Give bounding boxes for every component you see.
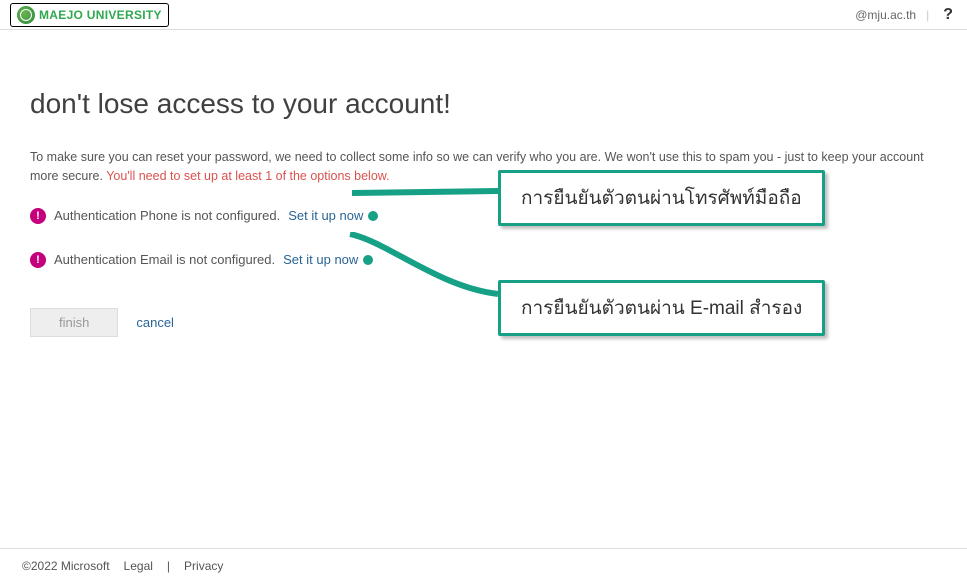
callout-phone: การยืนยันตัวตนผ่านโทรศัพท์มือถือ <box>498 170 825 226</box>
finish-button[interactable]: finish <box>30 308 118 337</box>
option-email: ! Authentication Email is not configured… <box>30 252 937 268</box>
setup-phone-link[interactable]: Set it up now <box>288 208 363 223</box>
footer-legal-link[interactable]: Legal <box>124 559 153 573</box>
footer: ©2022 Microsoft Legal | Privacy <box>0 548 967 581</box>
alert-icon: ! <box>30 208 46 224</box>
alert-icon: ! <box>30 252 46 268</box>
footer-divider: | <box>167 559 170 573</box>
annotation-dot <box>368 211 378 221</box>
header-divider: | <box>926 8 929 22</box>
phone-option-text: Authentication Phone is not configured. <box>54 208 280 223</box>
header-bar: MAEJO UNIVERSITY @mju.ac.th | ? <box>0 0 967 30</box>
footer-copyright: ©2022 Microsoft <box>22 559 110 573</box>
user-email: @mju.ac.th <box>855 8 916 22</box>
intro-warning: You'll need to set up at least 1 of the … <box>106 169 389 183</box>
setup-email-link[interactable]: Set it up now <box>283 252 358 267</box>
page-title: don't lose access to your account! <box>30 88 937 120</box>
brand-box: MAEJO UNIVERSITY <box>10 3 169 27</box>
brand-text: MAEJO UNIVERSITY <box>39 8 162 22</box>
annotation-dot <box>363 255 373 265</box>
university-logo-icon <box>17 6 35 24</box>
footer-privacy-link[interactable]: Privacy <box>184 559 223 573</box>
cancel-link[interactable]: cancel <box>136 315 174 330</box>
email-option-text: Authentication Email is not configured. <box>54 252 275 267</box>
header-right: @mju.ac.th | ? <box>855 6 957 24</box>
help-icon[interactable]: ? <box>939 6 957 24</box>
callout-email: การยืนยันตัวตนผ่าน E-mail สำรอง <box>498 280 825 336</box>
